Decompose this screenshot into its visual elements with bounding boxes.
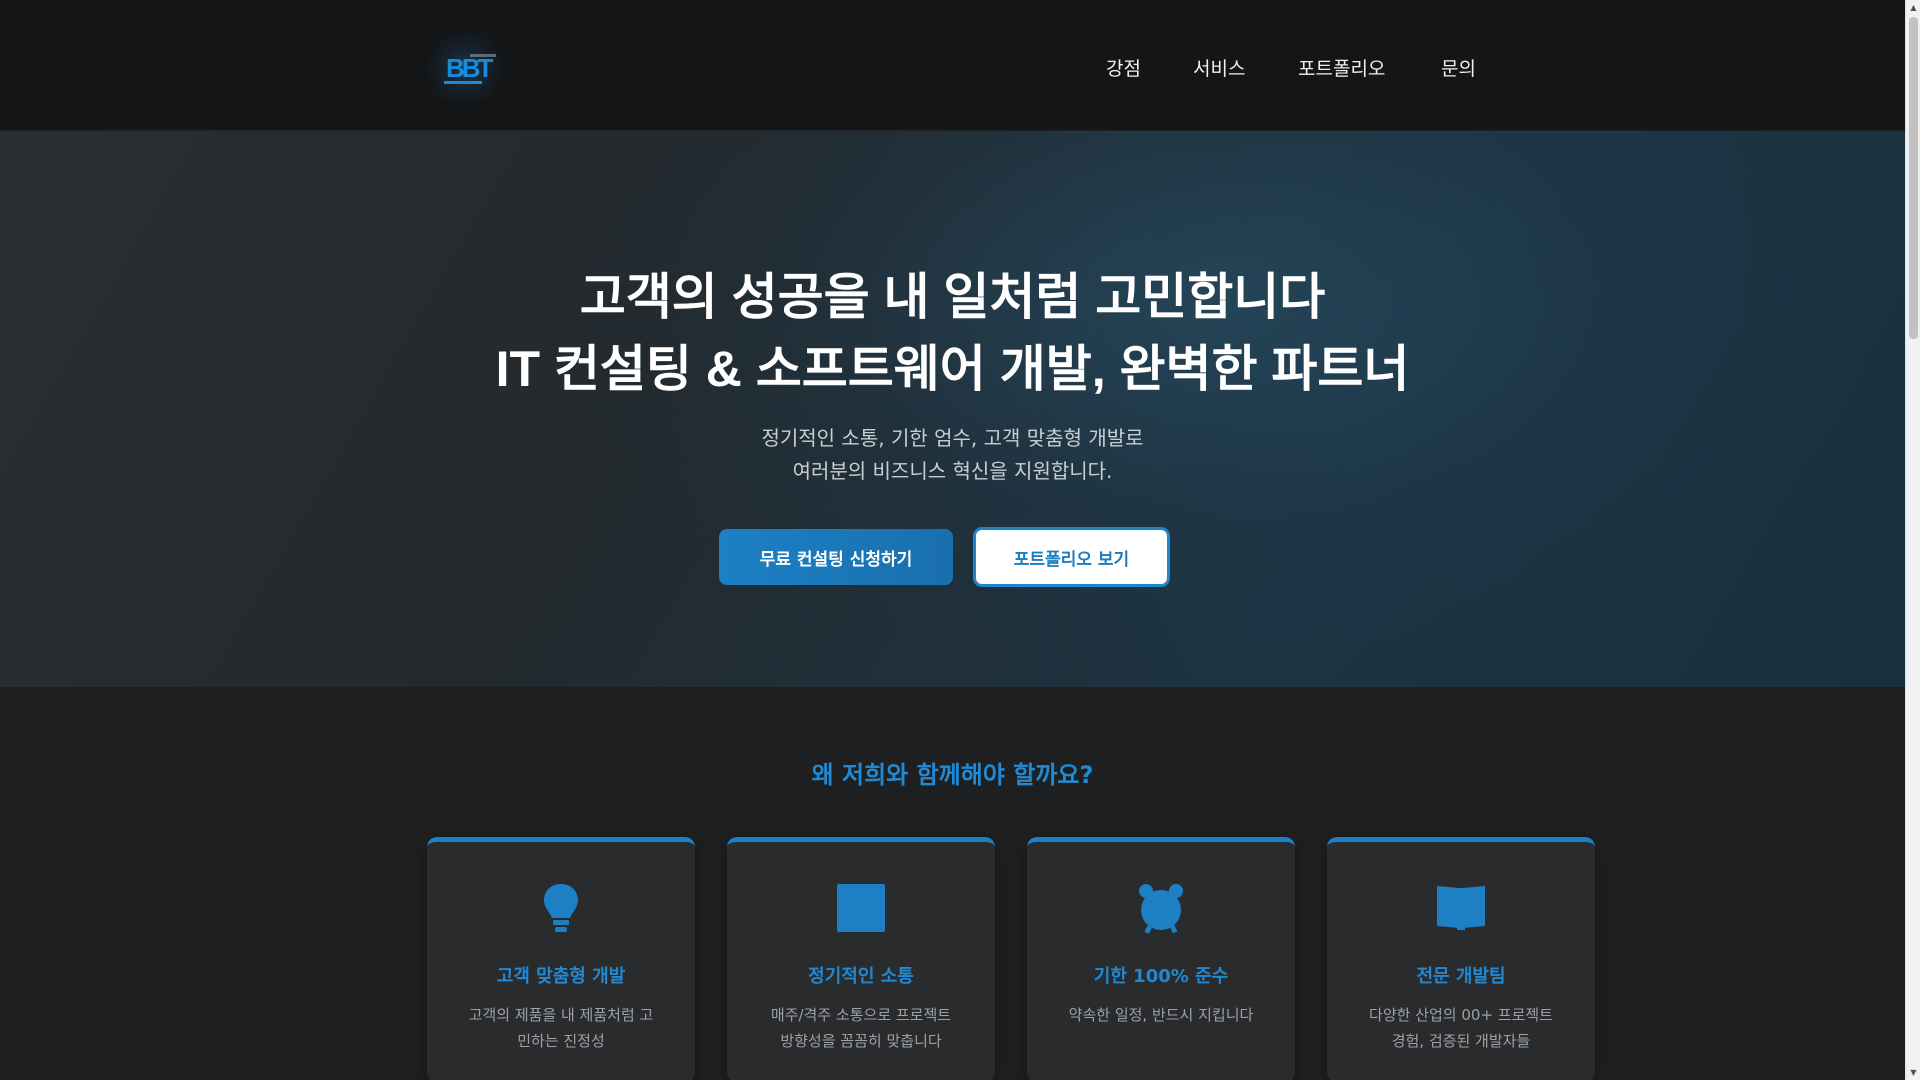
features-section: 왜 저희와 함께해야 할까요? 고객 맞춤형 개발 고객의 제품을 내 제품처럼… [0,687,1905,1080]
main-nav: 강점 서비스 포트폴리오 문의 [0,54,1905,84]
feature-card-expert-team: 전문 개발팀 다양한 산업의 00+ 프로젝트 경험, 검증된 개발자들 [1327,837,1595,1080]
hero-title-line1: 고객의 성공을 내 일처럼 고민합니다 [579,269,1326,325]
vertical-scrollbar[interactable]: ▲ ▼ [1905,0,1920,1080]
hero-section: 고객의 성공을 내 일처럼 고민합니다 IT 컨설팅 & 소프트웨어 개발, 완… [0,131,1905,687]
nav-item-contact[interactable]: 문의 [1441,54,1476,81]
feature-card-title: 정기적인 소통 [808,966,914,987]
feature-card-desc-line2: 방향성을 꼼꼼히 맞춥니다 [780,1032,942,1050]
square-icon [837,884,885,932]
feature-card-desc-line1: 다양한 산업의 00+ 프로젝트 [1369,1006,1553,1024]
alarm-clock-icon [1139,884,1183,934]
nav-item-services[interactable]: 서비스 [1193,54,1245,81]
features-title: 왜 저희와 함께해야 할까요? [811,761,1094,789]
feature-card-desc-line1: 약속한 일정, 반드시 지킵니다 [1068,1006,1254,1024]
feature-card-desc-line1: 매주/격주 소통으로 프로젝트 [770,1006,952,1024]
page: BBT 강점 서비스 포트폴리오 문의 고객의 성공을 내 일처럼 고민합니다 … [0,0,1905,1080]
feature-card-title: 고객 맞춤형 개발 [496,966,626,987]
scroll-up-arrow-icon[interactable]: ▲ [1906,0,1920,15]
lightbulb-icon [544,884,578,932]
feature-card-deadline: 기한 100% 준수 약속한 일정, 반드시 지킵니다 [1027,837,1295,1080]
feature-card-desc: 다양한 산업의 00+ 프로젝트 경험, 검증된 개발자들 [1351,1002,1571,1054]
feature-card-desc: 매주/격주 소통으로 프로젝트 방향성을 꼼꼼히 맞춥니다 [751,1002,971,1054]
feature-card-title: 전문 개발팀 [1416,966,1506,987]
feature-card-desc-line1: 고객의 제품을 내 제품처럼 고 [468,1006,654,1024]
hero-subtitle-line1: 정기적인 소통, 기한 엄수, 고객 맞춤형 개발로 [761,426,1144,450]
nav-item-strengths[interactable]: 강점 [1106,54,1141,81]
nav-item-portfolio[interactable]: 포트폴리오 [1298,54,1385,81]
book-icon [1437,886,1485,930]
feature-card-custom-dev: 고객 맞춤형 개발 고객의 제품을 내 제품처럼 고 민하는 진정성 [427,837,695,1080]
feature-card-desc-line2: 경험, 검증된 개발자들 [1391,1032,1531,1050]
scrollbar-thumb[interactable] [1909,17,1918,339]
feature-card-communication: 정기적인 소통 매주/격주 소통으로 프로젝트 방향성을 꼼꼼히 맞춥니다 [727,837,995,1080]
view-portfolio-button[interactable]: 포트폴리오 보기 [973,527,1170,587]
hero-subtitle-line2: 여러분의 비즈니스 혁신을 지원합니다. [792,459,1113,483]
scroll-down-arrow-icon[interactable]: ▼ [1906,1065,1920,1080]
feature-card-desc: 고객의 제품을 내 제품처럼 고 민하는 진정성 [451,1002,671,1054]
free-consulting-button[interactable]: 무료 컨설팅 신청하기 [719,529,953,585]
feature-card-title: 기한 100% 준수 [1093,966,1229,987]
site-header: BBT 강점 서비스 포트폴리오 문의 [0,0,1905,131]
feature-card-desc: 약속한 일정, 반드시 지킵니다 [1051,1002,1271,1028]
feature-card-desc-line2: 민하는 진정성 [517,1032,605,1050]
hero-title-line2: IT 컨설팅 & 소프트웨어 개발, 완벽한 파트너 [495,341,1410,397]
